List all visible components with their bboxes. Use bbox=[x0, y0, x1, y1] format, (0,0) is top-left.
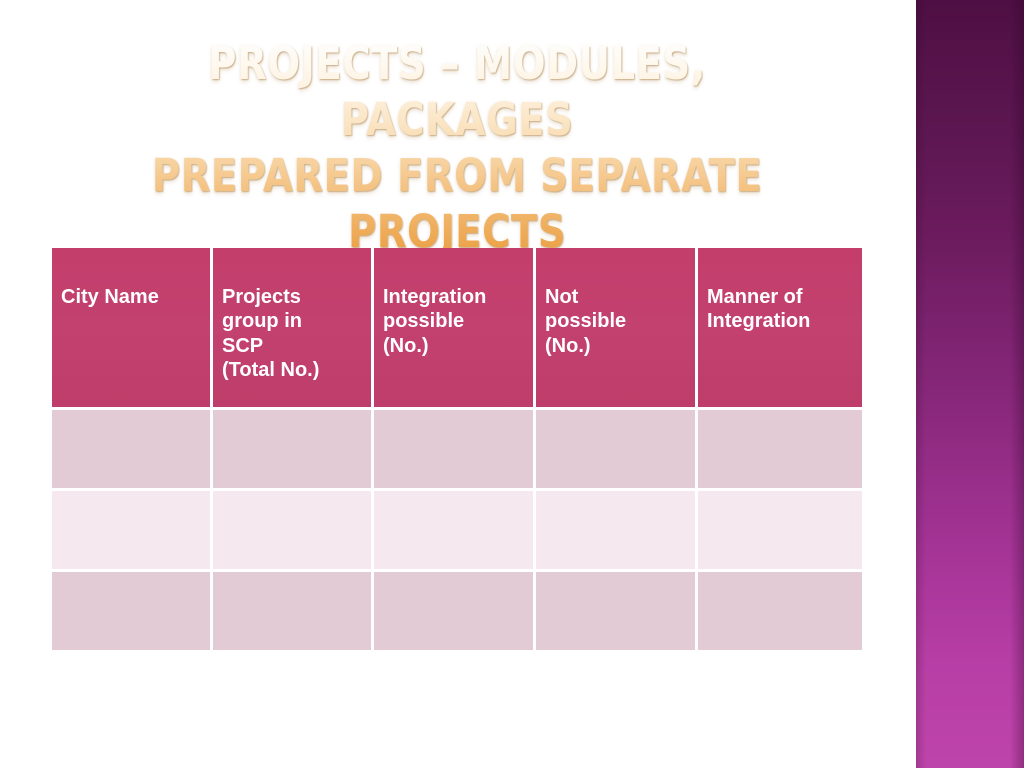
column-header-city-name-label: City Name bbox=[61, 285, 159, 308]
table-body bbox=[52, 410, 862, 650]
column-header-not-possible-label: Not possible (No.) bbox=[545, 285, 627, 357]
table-cell bbox=[52, 572, 213, 650]
column-header-projects-group-in-scp-label: Projects group in SCP (Total No.) bbox=[222, 285, 320, 382]
band-right-shadow bbox=[1010, 0, 1024, 768]
table-cell bbox=[374, 410, 536, 491]
table-cell bbox=[52, 491, 213, 572]
table-cell bbox=[213, 572, 374, 650]
page-title: PROJECTS – MODULES, PACKAGES PREPARED FR… bbox=[109, 36, 806, 260]
table-cell bbox=[213, 491, 374, 572]
column-header-city-name: City Name bbox=[52, 248, 213, 410]
slide-canvas: PROJECTS – MODULES, PACKAGES PREPARED FR… bbox=[0, 0, 1024, 768]
table-cell bbox=[536, 491, 698, 572]
table-cell bbox=[213, 410, 374, 491]
table-cell bbox=[52, 410, 213, 491]
table-header: City Name Projects group in SCP (Total N… bbox=[52, 248, 862, 410]
column-header-integration-possible: Integration possible (No.) bbox=[374, 248, 536, 410]
table-cell bbox=[536, 572, 698, 650]
column-header-not-possible: Not possible (No.) bbox=[536, 248, 698, 410]
table-row bbox=[52, 572, 862, 650]
table-cell bbox=[698, 572, 862, 650]
table-row bbox=[52, 410, 862, 491]
column-header-manner-of-integration: Manner of Integration bbox=[698, 248, 862, 410]
table-cell bbox=[536, 410, 698, 491]
table-row bbox=[52, 491, 862, 572]
table-cell bbox=[374, 491, 536, 572]
band-left-shadow bbox=[916, 0, 926, 768]
column-header-projects-group-in-scp: Projects group in SCP (Total No.) bbox=[213, 248, 374, 410]
table-cell bbox=[698, 491, 862, 572]
projects-modules-table: City Name Projects group in SCP (Total N… bbox=[52, 248, 862, 650]
column-header-integration-possible-label: Integration possible (No.) bbox=[383, 285, 487, 357]
table-cell bbox=[374, 572, 536, 650]
table-cell bbox=[698, 410, 862, 491]
purple-gradient-band bbox=[916, 0, 1024, 768]
table-header-row: City Name Projects group in SCP (Total N… bbox=[52, 248, 862, 410]
column-header-manner-of-integration-label: Manner of Integration bbox=[707, 285, 811, 333]
